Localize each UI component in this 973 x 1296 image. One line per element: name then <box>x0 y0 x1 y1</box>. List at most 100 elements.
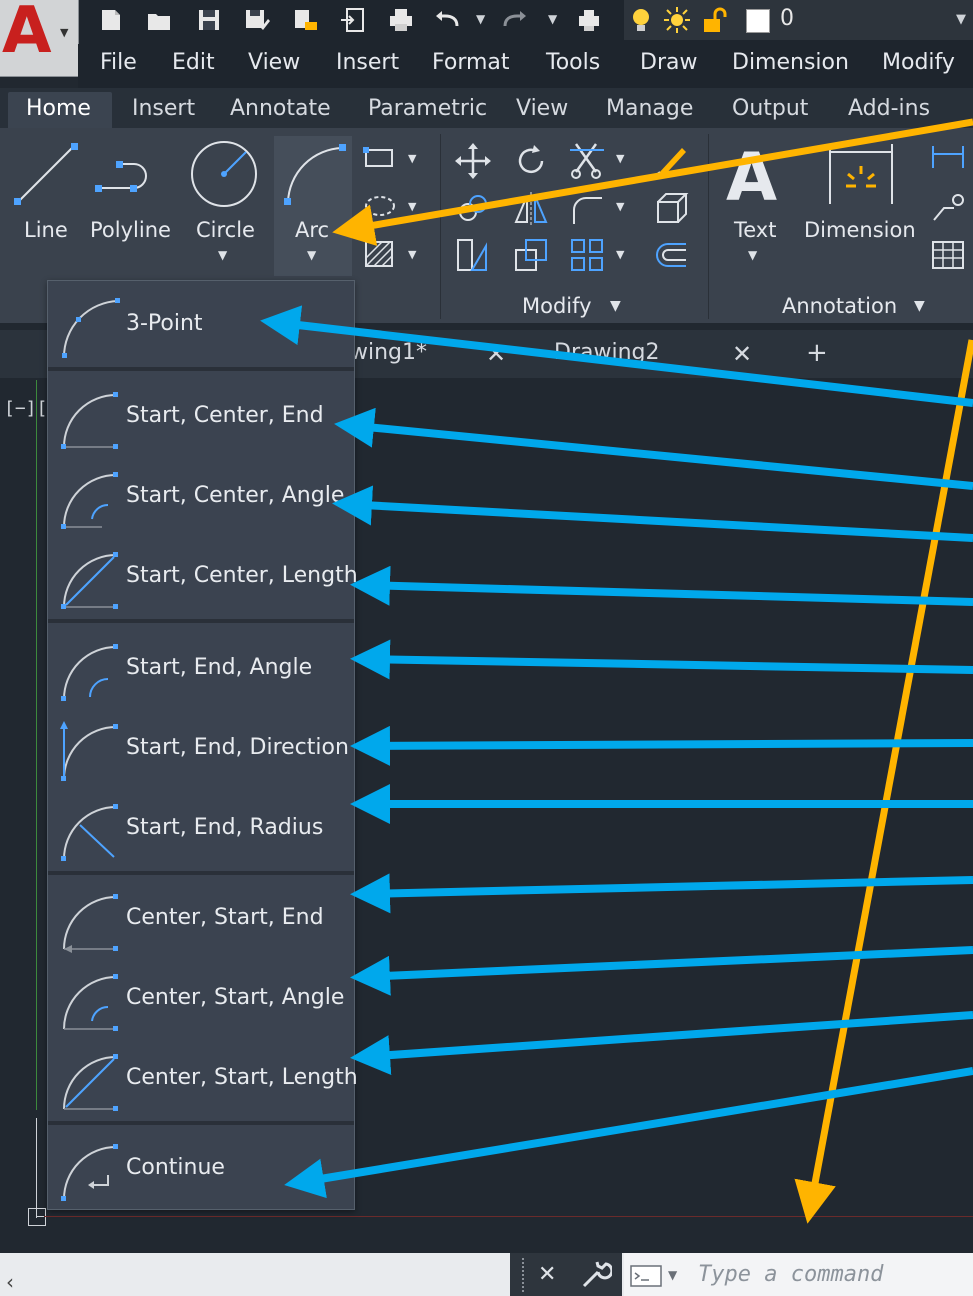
menu-view[interactable]: View <box>248 50 300 75</box>
arc-continue-option[interactable]: Continue <box>48 1129 354 1209</box>
layer-on-bulb-icon[interactable] <box>626 4 656 36</box>
arc-start-end-direction-option[interactable]: Start, End, Direction <box>48 709 354 789</box>
tab-home[interactable]: Home <box>26 96 91 121</box>
menu-dimension[interactable]: Dimension <box>732 50 849 75</box>
line-tool-label[interactable]: Line <box>24 218 68 242</box>
arc-dropdown-icon[interactable]: ▼ <box>307 248 316 262</box>
plot-icon[interactable] <box>386 4 416 36</box>
arc-center-start-length-option[interactable]: Center, Start, Length <box>48 1039 358 1119</box>
arc-center-start-angle-option[interactable]: Center, Start, Angle <box>48 959 354 1039</box>
fillet-icon[interactable] <box>568 190 606 228</box>
recent-commands-dropdown-icon[interactable]: ▼ <box>668 1268 677 1282</box>
arc-start-end-angle-option[interactable]: Start, End, Angle <box>48 629 354 709</box>
layer-thaw-sun-icon[interactable] <box>662 4 692 36</box>
layer-unlock-icon[interactable] <box>700 4 730 36</box>
arc-tool-label[interactable]: Arc <box>295 218 329 242</box>
arc-center-start-end-option[interactable]: Center, Start, End <box>48 879 354 959</box>
redo-icon[interactable] <box>500 4 530 36</box>
mirror-icon[interactable] <box>512 190 550 228</box>
tab-drawing1-close-icon[interactable]: ✕ <box>486 340 506 368</box>
copy-icon[interactable] <box>454 190 492 228</box>
dimension-tool-label[interactable]: Dimension <box>804 218 916 242</box>
tab-insert[interactable]: Insert <box>132 96 195 121</box>
save-as-icon[interactable] <box>242 4 272 36</box>
trim-icon[interactable] <box>568 140 608 180</box>
tab-annotate[interactable]: Annotate <box>230 96 331 121</box>
application-menu-button[interactable]: A ▼ <box>0 0 79 77</box>
hatch-tool-icon[interactable] <box>362 192 398 220</box>
modify-panel-expand-icon[interactable]: ▼ <box>610 298 621 314</box>
menu-tools[interactable]: Tools <box>546 50 600 75</box>
undo-dropdown-icon[interactable]: ▼ <box>476 12 485 26</box>
layer-dropdown-icon[interactable]: ▼ <box>956 12 966 27</box>
rectangle-tool-icon[interactable] <box>362 144 398 172</box>
explode-icon[interactable] <box>652 190 690 228</box>
tab-drawing2[interactable]: Drawing2 <box>554 340 659 365</box>
annotation-panel-expand-icon[interactable]: ▼ <box>914 298 925 314</box>
publish-icon[interactable] <box>290 4 320 36</box>
arc-start-end-radius-option[interactable]: Start, End, Radius <box>48 789 354 869</box>
gradient-dropdown-icon[interactable]: ▼ <box>408 248 416 261</box>
circle-tool-icon[interactable] <box>188 138 260 210</box>
circle-tool-label[interactable]: Circle <box>196 218 255 242</box>
tab-output[interactable]: Output <box>732 96 808 121</box>
erase-icon[interactable] <box>648 140 688 180</box>
circle-dropdown-icon[interactable]: ▼ <box>218 248 227 262</box>
viewport-controls[interactable]: [−][ <box>4 398 47 419</box>
tab-drawing2-close-icon[interactable]: ✕ <box>732 340 752 368</box>
move-icon[interactable] <box>454 142 492 180</box>
menu-modify[interactable]: Modify <box>882 50 955 75</box>
scroll-left-icon[interactable]: ‹ <box>6 1270 14 1294</box>
text-tool-label[interactable]: Text <box>734 218 776 242</box>
arc-start-center-angle-option[interactable]: Start, Center, Angle <box>48 457 354 537</box>
arc-start-center-end-option[interactable]: Start, Center, End <box>48 377 354 457</box>
polyline-tool-icon[interactable] <box>94 140 164 210</box>
menu-insert[interactable]: Insert <box>336 50 399 75</box>
save-icon[interactable] <box>194 4 224 36</box>
tab-manage[interactable]: Manage <box>606 96 693 121</box>
tab-drawing1[interactable]: wing1* <box>350 340 427 365</box>
arc-3-point-option[interactable]: 3-Point <box>48 285 354 365</box>
trim-dropdown-icon[interactable]: ▼ <box>616 152 624 165</box>
tab-parametric[interactable]: Parametric <box>368 96 487 121</box>
modify-panel-label[interactable]: Modify <box>522 294 592 318</box>
text-tool-icon[interactable]: A <box>722 138 786 208</box>
menu-format[interactable]: Format <box>432 50 510 75</box>
new-tab-button[interactable]: + <box>806 338 828 368</box>
array-dropdown-icon[interactable]: ▼ <box>616 248 624 261</box>
tab-view[interactable]: View <box>516 96 568 121</box>
hatch-dropdown-icon[interactable]: ▼ <box>408 200 416 213</box>
stretch-icon[interactable] <box>454 236 492 274</box>
close-command-line-icon[interactable]: ✕ <box>538 1262 556 1287</box>
menu-draw[interactable]: Draw <box>640 50 697 75</box>
import-icon[interactable] <box>338 4 368 36</box>
table-icon[interactable] <box>930 238 966 272</box>
line-tool-icon[interactable] <box>12 140 82 210</box>
tab-add-ins[interactable]: Add-ins <box>848 96 930 121</box>
arc-tool-icon[interactable] <box>280 140 350 210</box>
dimension-tool-icon[interactable] <box>826 140 898 210</box>
menu-edit[interactable]: Edit <box>172 50 215 75</box>
rectangle-dropdown-icon[interactable]: ▼ <box>408 152 416 165</box>
annotation-panel-label[interactable]: Annotation <box>782 294 897 318</box>
linear-dimension-icon[interactable] <box>930 142 966 172</box>
text-dropdown-icon[interactable]: ▼ <box>748 248 757 262</box>
customize-wrench-icon[interactable] <box>580 1260 614 1294</box>
undo-icon[interactable] <box>432 4 462 36</box>
array-icon[interactable] <box>568 236 606 274</box>
rotate-icon[interactable] <box>512 142 550 180</box>
redo-dropdown-icon[interactable]: ▼ <box>548 12 557 26</box>
new-file-icon[interactable] <box>96 4 126 36</box>
offset-icon[interactable] <box>652 236 690 274</box>
share-icon[interactable] <box>574 4 604 36</box>
open-folder-icon[interactable] <box>144 4 174 36</box>
polyline-tool-label[interactable]: Polyline <box>90 218 171 242</box>
menu-file[interactable]: File <box>100 50 137 75</box>
command-line-grip[interactable] <box>522 1258 526 1292</box>
leader-icon[interactable] <box>930 190 966 224</box>
command-prompt-icon[interactable] <box>630 1264 664 1292</box>
gradient-tool-icon[interactable] <box>362 238 398 270</box>
arc-start-center-length-option[interactable]: Start, Center, Length <box>48 537 358 617</box>
scale-icon[interactable] <box>512 236 550 274</box>
fillet-dropdown-icon[interactable]: ▼ <box>616 200 624 213</box>
